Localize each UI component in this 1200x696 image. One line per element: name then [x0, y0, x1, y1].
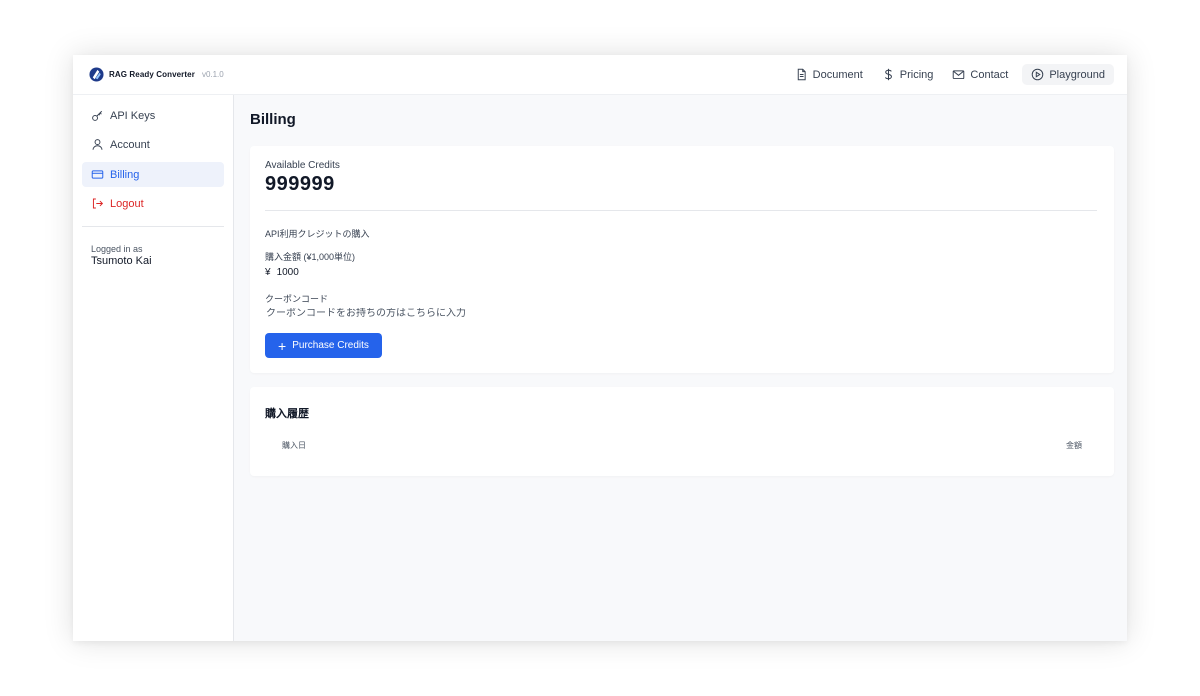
- nav-playground-label: Playground: [1049, 68, 1105, 81]
- nav-contact[interactable]: Contact: [952, 68, 1008, 81]
- history-column-date: 購入日: [282, 441, 306, 450]
- sidebar-divider: [82, 226, 224, 227]
- history-column-amount: 金額: [1066, 441, 1082, 450]
- purchase-history-card: 購入履歴 購入日 金額: [250, 387, 1114, 476]
- sidebar-item-label: Account: [110, 138, 150, 151]
- top-nav: Document Pricing Contact Playground: [776, 64, 1114, 85]
- amount-field: ¥: [265, 267, 397, 278]
- nav-playground[interactable]: Playground: [1022, 64, 1114, 85]
- play-circle-icon: [1032, 68, 1044, 81]
- app-window: RAG Ready Converter v0.1.0 Document Pric…: [73, 55, 1127, 641]
- sidebar: API Keys Account Billing Logout Logged i…: [73, 95, 234, 641]
- purchase-credits-button[interactable]: + Purchase Credits: [265, 333, 382, 358]
- coupon-label: クーポンコード: [265, 294, 329, 304]
- nav-pricing[interactable]: Pricing: [882, 68, 934, 81]
- sidebar-item-label: API Keys: [110, 109, 156, 122]
- logout-icon: [92, 198, 104, 209]
- document-icon: [797, 68, 806, 81]
- sidebar-item-label: Logout: [110, 197, 144, 210]
- sidebar-item-billing[interactable]: Billing: [82, 162, 224, 187]
- version-label: v0.1.0: [201, 70, 224, 79]
- available-credits-label: Available Credits: [265, 160, 340, 171]
- card-divider: [265, 210, 1097, 211]
- sidebar-item-logout[interactable]: Logout: [82, 191, 224, 216]
- dollar-icon: [884, 68, 892, 81]
- credit-card-icon: [91, 170, 104, 179]
- brand[interactable]: RAG Ready Converter v0.1.0: [89, 67, 224, 82]
- user-icon: [92, 139, 103, 150]
- nav-document-label: Document: [812, 68, 863, 81]
- history-title: 購入履歴: [265, 408, 309, 420]
- purchase-button-label: Purchase Credits: [292, 340, 369, 351]
- nav-pricing-label: Pricing: [899, 68, 934, 81]
- user-name: Tsumoto Kai: [91, 255, 152, 267]
- sidebar-item-account[interactable]: Account: [82, 132, 224, 157]
- main-content: Billing Available Credits 999999 API利用クレ…: [234, 95, 1127, 641]
- logo-icon: [89, 67, 104, 82]
- nav-document[interactable]: Document: [795, 68, 863, 81]
- key-icon: [92, 110, 103, 121]
- top-header: RAG Ready Converter v0.1.0 Document Pric…: [73, 55, 1127, 95]
- currency-symbol: ¥: [265, 267, 271, 278]
- coupon-input[interactable]: [266, 308, 666, 319]
- mail-icon: [953, 70, 965, 80]
- page-title: Billing: [250, 111, 296, 128]
- credits-card: Available Credits 999999 API利用クレジットの購入 購…: [250, 146, 1114, 373]
- purchase-section-title: API利用クレジットの購入: [265, 229, 370, 239]
- brand-name: RAG Ready Converter: [109, 70, 195, 79]
- amount-label: 購入金額 (¥1,000単位): [265, 252, 356, 262]
- sidebar-item-label: Billing: [110, 168, 140, 181]
- nav-contact-label: Contact: [970, 68, 1009, 81]
- sidebar-item-api-keys[interactable]: API Keys: [82, 103, 224, 128]
- amount-input[interactable]: [276, 267, 397, 278]
- logged-in-label: Logged in as: [91, 244, 143, 254]
- plus-icon: +: [278, 337, 287, 354]
- available-credits-value: 999999: [265, 173, 335, 195]
